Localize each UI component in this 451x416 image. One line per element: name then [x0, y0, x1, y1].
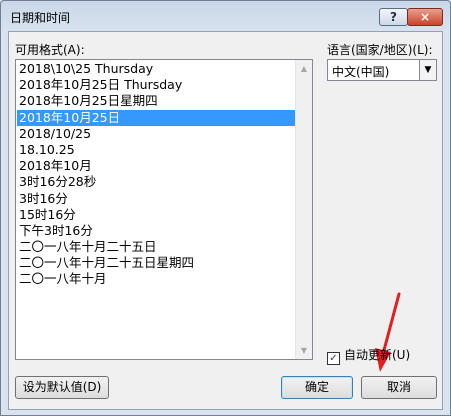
formats-label: 可用格式(A):: [15, 43, 85, 57]
list-item[interactable]: 2018年10月25日: [17, 109, 295, 126]
list-item[interactable]: 3时16分28秒: [17, 174, 295, 190]
vertical-scrollbar[interactable]: ▲ ▼: [295, 60, 312, 359]
list-item[interactable]: 2018年10月25日 Thursday: [17, 77, 295, 93]
ok-button[interactable]: 确定: [281, 376, 353, 399]
auto-update-option[interactable]: ✓ 自动更新(U): [327, 346, 410, 365]
date-time-dialog: 日期和时间 ? × 可用格式(A): 2018\10\25 Thursday 20…: [0, 0, 451, 416]
list-item[interactable]: 2018\10\25 Thursday: [17, 61, 295, 77]
chevron-down-icon[interactable]: ▼: [419, 60, 436, 80]
help-button[interactable]: ?: [379, 8, 408, 26]
list-item[interactable]: 二〇一八年十月二十五日星期四: [17, 255, 295, 271]
dialog-body: 可用格式(A): 2018\10\25 Thursday 2018年10月25日 …: [8, 31, 443, 410]
title-bar[interactable]: 日期和时间 ? ×: [1, 1, 450, 31]
auto-update-label: 自动更新(U): [344, 348, 411, 362]
list-item[interactable]: 15时16分: [17, 207, 295, 223]
auto-update-checkbox[interactable]: ✓: [327, 352, 340, 365]
close-button[interactable]: ×: [407, 8, 443, 26]
scroll-down-icon[interactable]: ▼: [296, 342, 312, 359]
list-item[interactable]: 下午3时16分: [17, 223, 295, 239]
formats-listbox[interactable]: 2018\10\25 Thursday 2018年10月25日 Thursday 2…: [15, 59, 313, 360]
list-item[interactable]: 二〇一八年十月二十五日: [17, 239, 295, 255]
formats-list: 2018\10\25 Thursday 2018年10月25日 Thursday 2…: [17, 61, 295, 288]
list-item[interactable]: 2018/10/25: [17, 126, 295, 142]
arrow-shaft: [381, 292, 401, 356]
list-item[interactable]: 18.10.25: [17, 142, 295, 158]
scroll-up-icon[interactable]: ▲: [296, 60, 312, 77]
list-item[interactable]: 3时16分: [17, 191, 295, 207]
dialog-title: 日期和时间: [10, 11, 71, 25]
set-default-button[interactable]: 设为默认值(D): [15, 376, 109, 399]
language-value: 中文(中国): [332, 65, 390, 79]
list-item[interactable]: 2018年10月: [17, 158, 295, 174]
cancel-button[interactable]: 取消: [361, 376, 437, 399]
language-select[interactable]: 中文(中国) ▼: [327, 59, 437, 81]
list-item[interactable]: 二〇一八年十月: [17, 271, 295, 287]
language-label: 语言(国家/地区)(L):: [327, 43, 433, 57]
list-item[interactable]: 2018年10月25日星期四: [17, 93, 295, 109]
